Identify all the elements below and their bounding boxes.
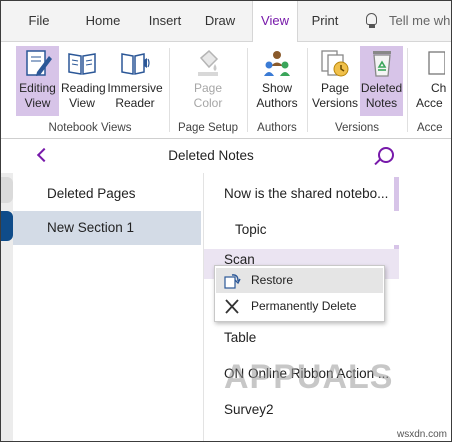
show-authors-button[interactable]: Show Authors	[252, 46, 302, 116]
page-versions-button[interactable]: Page Versions	[311, 46, 359, 116]
tab-draw[interactable]: Draw	[197, 1, 243, 41]
watermark-logo: APPUALS	[224, 358, 394, 396]
immersive-reader-icon	[120, 48, 150, 78]
tab-home[interactable]: Home	[75, 1, 131, 41]
ribbon: Editing View Reading View Immersive Read…	[1, 42, 451, 139]
tell-me-label: Tell me wh	[389, 13, 451, 28]
section-new-section-1[interactable]: New Section 1	[13, 211, 201, 245]
immersive-reader-button[interactable]: Immersive Reader	[105, 46, 165, 116]
section-tab-deleted-pages[interactable]	[1, 177, 13, 203]
show-authors-icon	[262, 48, 292, 78]
recycle-bin-icon	[367, 48, 397, 78]
context-menu: Restore Permanently Delete	[214, 265, 385, 322]
section-deleted-pages[interactable]: Deleted Pages	[13, 177, 201, 211]
group-page-setup: Page Setup	[177, 122, 239, 134]
editing-view-icon	[23, 48, 53, 78]
section-tab-new-section[interactable]	[1, 211, 13, 241]
group-authors: Authors	[257, 122, 297, 134]
deleted-notes-header: Deleted Notes	[1, 139, 451, 174]
deleted-notes-button[interactable]: Deleted Notes	[360, 46, 403, 116]
group-versions: Versions	[334, 122, 380, 134]
tell-me-search[interactable]: Tell me wh	[366, 1, 451, 41]
page-versions-icon	[320, 48, 350, 78]
group-accessibility: Acce	[417, 122, 443, 134]
tab-file[interactable]: File	[17, 1, 61, 41]
tab-view[interactable]: View	[252, 1, 298, 42]
site-watermark: wsxdn.com	[397, 429, 448, 440]
page-item[interactable]: Survey2	[204, 393, 399, 427]
notebook-strip	[1, 173, 13, 441]
reading-view-icon	[67, 48, 97, 78]
tab-print[interactable]: Print	[303, 1, 347, 41]
restore-icon	[223, 272, 241, 289]
page-item[interactable]: Topic	[204, 213, 399, 247]
tab-insert[interactable]: Insert	[139, 1, 191, 41]
page-item[interactable]: Table	[204, 321, 399, 355]
restore-menu-item[interactable]: Restore	[216, 268, 383, 293]
search-icon[interactable]	[378, 147, 394, 163]
group-notebook-views: Notebook Views	[48, 122, 132, 134]
sections-pane: Deleted Pages New Section 1	[13, 173, 204, 441]
permanently-delete-menu-item[interactable]: Permanently Delete	[216, 294, 383, 319]
delete-x-icon	[223, 298, 241, 315]
onenote-window: File Home Insert Draw View Print Tell me…	[0, 0, 452, 442]
reading-view-button[interactable]: Reading View	[61, 46, 106, 116]
lightbulb-icon	[366, 13, 377, 25]
page-item[interactable]: Now is the shared notebo...	[204, 177, 399, 211]
page-color-icon	[193, 48, 223, 78]
editing-view-button[interactable]: Editing View	[16, 46, 59, 116]
ribbon-tab-bar: File Home Insert Draw View Print Tell me…	[1, 1, 451, 42]
check-accessibility-icon	[425, 48, 446, 78]
check-accessibility-button[interactable]: Ch Acce	[413, 46, 451, 116]
page-color-button[interactable]: Page Color	[185, 46, 231, 116]
page-title: Deleted Notes	[168, 148, 254, 163]
